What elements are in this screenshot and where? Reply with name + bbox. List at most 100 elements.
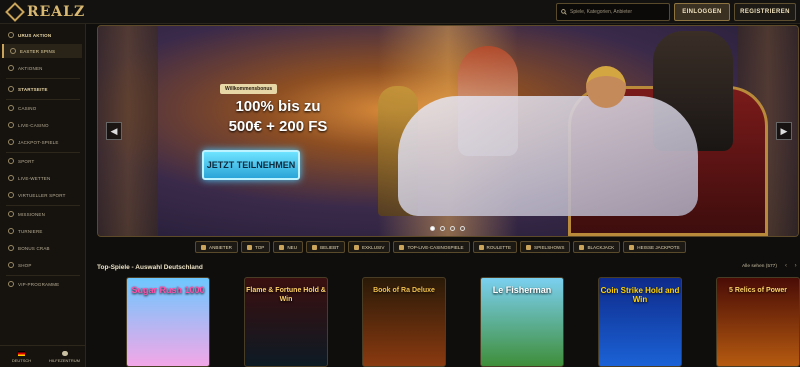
- search-box[interactable]: [556, 3, 670, 21]
- carousel-dot[interactable]: [440, 226, 445, 231]
- trophy-icon: [8, 228, 14, 234]
- sidebar-item-vip-programme[interactable]: VIP-PROGRAMME: [2, 277, 82, 291]
- sidebar-item-turniere[interactable]: TURNIERE: [2, 224, 82, 238]
- logo-text: REALZ: [27, 4, 86, 20]
- sidebar-item-startseite[interactable]: STARTSEITE: [2, 82, 82, 96]
- chat-icon: [61, 350, 68, 356]
- providers-icon: [201, 244, 206, 250]
- category-blackjack[interactable]: BLACKJACK: [573, 241, 621, 253]
- register-button[interactable]: REGISTRIEREN: [734, 3, 796, 21]
- category-heisse-jackpots[interactable]: HEISSE JACKPOTS: [623, 241, 686, 253]
- roulette-icon: [478, 244, 484, 250]
- sidebar-item-sport[interactable]: SPORT: [2, 154, 82, 168]
- crab-icon: [8, 245, 14, 251]
- sidebar-divider: [6, 152, 80, 153]
- sidebar-divider: [6, 205, 80, 206]
- home-icon: [8, 86, 14, 92]
- category-bar: ANBIETER TOP NEU BELIEBT EXKLUSIV TOP-LI…: [195, 241, 686, 253]
- hero-banner[interactable]: Willkommensbonus 100% bis zu 500€ + 200 …: [97, 25, 799, 237]
- category-top[interactable]: TOP: [240, 241, 271, 253]
- category-beliebt[interactable]: BELIEBT: [306, 241, 345, 253]
- game-tile-flame-fortune[interactable]: Flame & Fortune Hold & Win: [244, 277, 328, 367]
- sidebar-item-shop[interactable]: SHOP: [2, 258, 82, 272]
- crown-icon: [8, 281, 14, 287]
- star-icon: [246, 244, 252, 250]
- german-flag-icon: [18, 350, 25, 356]
- cards-icon: [579, 244, 585, 250]
- sidebar-item-missionen[interactable]: MISSIONEN: [2, 207, 82, 221]
- lightning-icon: [279, 244, 285, 250]
- cards-icon: [8, 105, 14, 111]
- game-tile-5-relics[interactable]: 5 Relics of Power: [716, 277, 800, 367]
- join-now-button[interactable]: JETZT TEILNEHMEN: [202, 150, 300, 180]
- target-icon: [8, 211, 14, 217]
- game-tile-book-of-ra[interactable]: Book of Ra Deluxe: [362, 277, 446, 367]
- game-title: Book of Ra Deluxe: [373, 287, 435, 294]
- show-icon: [526, 244, 532, 250]
- sidebar-divider: [6, 99, 80, 100]
- category-top-live[interactable]: TOP-LIVE-CASINOSPIELE: [393, 241, 470, 253]
- game-title: Flame & Fortune Hold & Win: [246, 287, 326, 303]
- login-button[interactable]: EINLOGGEN: [674, 3, 730, 21]
- section-title: Top-Spiele - Auswahl Deutschland: [97, 264, 203, 271]
- sidebar: URUS AKTION EASTER SPINS AKTIONEN STARTS…: [0, 24, 86, 367]
- diamond-icon: [353, 244, 359, 250]
- sidebar-item-live-casino[interactable]: LIVE-CASINO: [2, 118, 82, 132]
- car-icon: [8, 32, 14, 38]
- carousel-dot[interactable]: [450, 226, 455, 231]
- carousel-dots: [430, 226, 465, 231]
- sidebar-divider: [6, 78, 80, 79]
- carousel-next-arrow-icon[interactable]: ▶: [776, 122, 792, 140]
- sidebar-item-casino[interactable]: CASINO: [2, 101, 82, 115]
- sidebar-item-urus-aktion[interactable]: URUS AKTION: [2, 28, 82, 42]
- shop-icon: [8, 262, 14, 268]
- fire-icon: [312, 244, 318, 250]
- language-selector[interactable]: DEUTSCH: [0, 346, 43, 367]
- game-tile-le-fisherman[interactable]: Le Fisherman: [480, 277, 564, 367]
- game-title: Le Fisherman: [492, 285, 552, 295]
- vr-icon: [8, 192, 14, 198]
- pharaoh-head-art: [586, 66, 626, 108]
- category-roulette[interactable]: ROULETTE: [472, 241, 518, 253]
- sidebar-footer: DEUTSCH HILFEZENTRUM: [0, 345, 86, 367]
- category-neu[interactable]: NEU: [273, 241, 304, 253]
- gift-icon: [8, 65, 14, 71]
- game-title: Sugar Rush 1000: [131, 285, 205, 295]
- category-exklusiv[interactable]: EXKLUSIV: [347, 241, 391, 253]
- game-tile-sugar-rush[interactable]: Sugar Rush 1000: [126, 277, 210, 367]
- sidebar-item-bonus-crab[interactable]: BONUS CRAB: [2, 241, 82, 255]
- hero-title-line2: 500€ + 200 FS: [228, 118, 328, 135]
- ball-icon: [8, 158, 14, 164]
- live-icon: [399, 244, 405, 250]
- pharaoh-figure-art: [398, 96, 698, 216]
- jackpot-icon: [629, 244, 635, 250]
- help-center-button[interactable]: HILFEZENTRUM: [43, 346, 86, 367]
- sidebar-item-live-wetten[interactable]: LIVE-WETTEN: [2, 171, 82, 185]
- sidebar-item-easter-spins[interactable]: EASTER SPINS: [2, 44, 82, 58]
- carousel-dot[interactable]: [460, 226, 465, 231]
- sidebar-divider: [6, 275, 80, 276]
- welcome-bonus-badge: Willkommensbonus: [220, 84, 278, 94]
- category-spielshows[interactable]: SPIELSHOWS: [520, 241, 571, 253]
- egg-icon: [10, 48, 16, 54]
- category-anbieter[interactable]: ANBIETER: [195, 241, 238, 253]
- hero-title-line1: 100% bis zu: [235, 98, 321, 115]
- search-icon: [561, 9, 567, 15]
- carousel-prev-arrow-icon[interactable]: ◀: [106, 122, 122, 140]
- stopwatch-icon: [8, 175, 14, 181]
- game-title: 5 Relics of Power: [729, 287, 787, 294]
- games-pager-arrows[interactable]: ‹ ›: [785, 263, 800, 269]
- logo-icon: [5, 2, 25, 22]
- live-icon: [8, 122, 14, 128]
- game-title: Coin Strike Hold and Win: [600, 286, 680, 304]
- jackpot-icon: [8, 139, 14, 145]
- logo[interactable]: REALZ: [5, 2, 88, 22]
- see-all-link[interactable]: Alle sehen (577): [742, 264, 777, 269]
- carousel-dot[interactable]: [430, 226, 435, 231]
- search-input[interactable]: [570, 9, 669, 15]
- game-tile-coin-strike[interactable]: Coin Strike Hold and Win: [598, 277, 682, 367]
- top-bar: REALZ EINLOGGEN REGISTRIEREN: [0, 0, 800, 24]
- sidebar-item-jackpot-spiele[interactable]: JACKPOT-SPIELE: [2, 135, 82, 149]
- sidebar-item-virtueller-sport[interactable]: VIRTUELLER SPORT: [2, 188, 82, 202]
- sidebar-item-aktionen[interactable]: AKTIONEN: [2, 61, 82, 75]
